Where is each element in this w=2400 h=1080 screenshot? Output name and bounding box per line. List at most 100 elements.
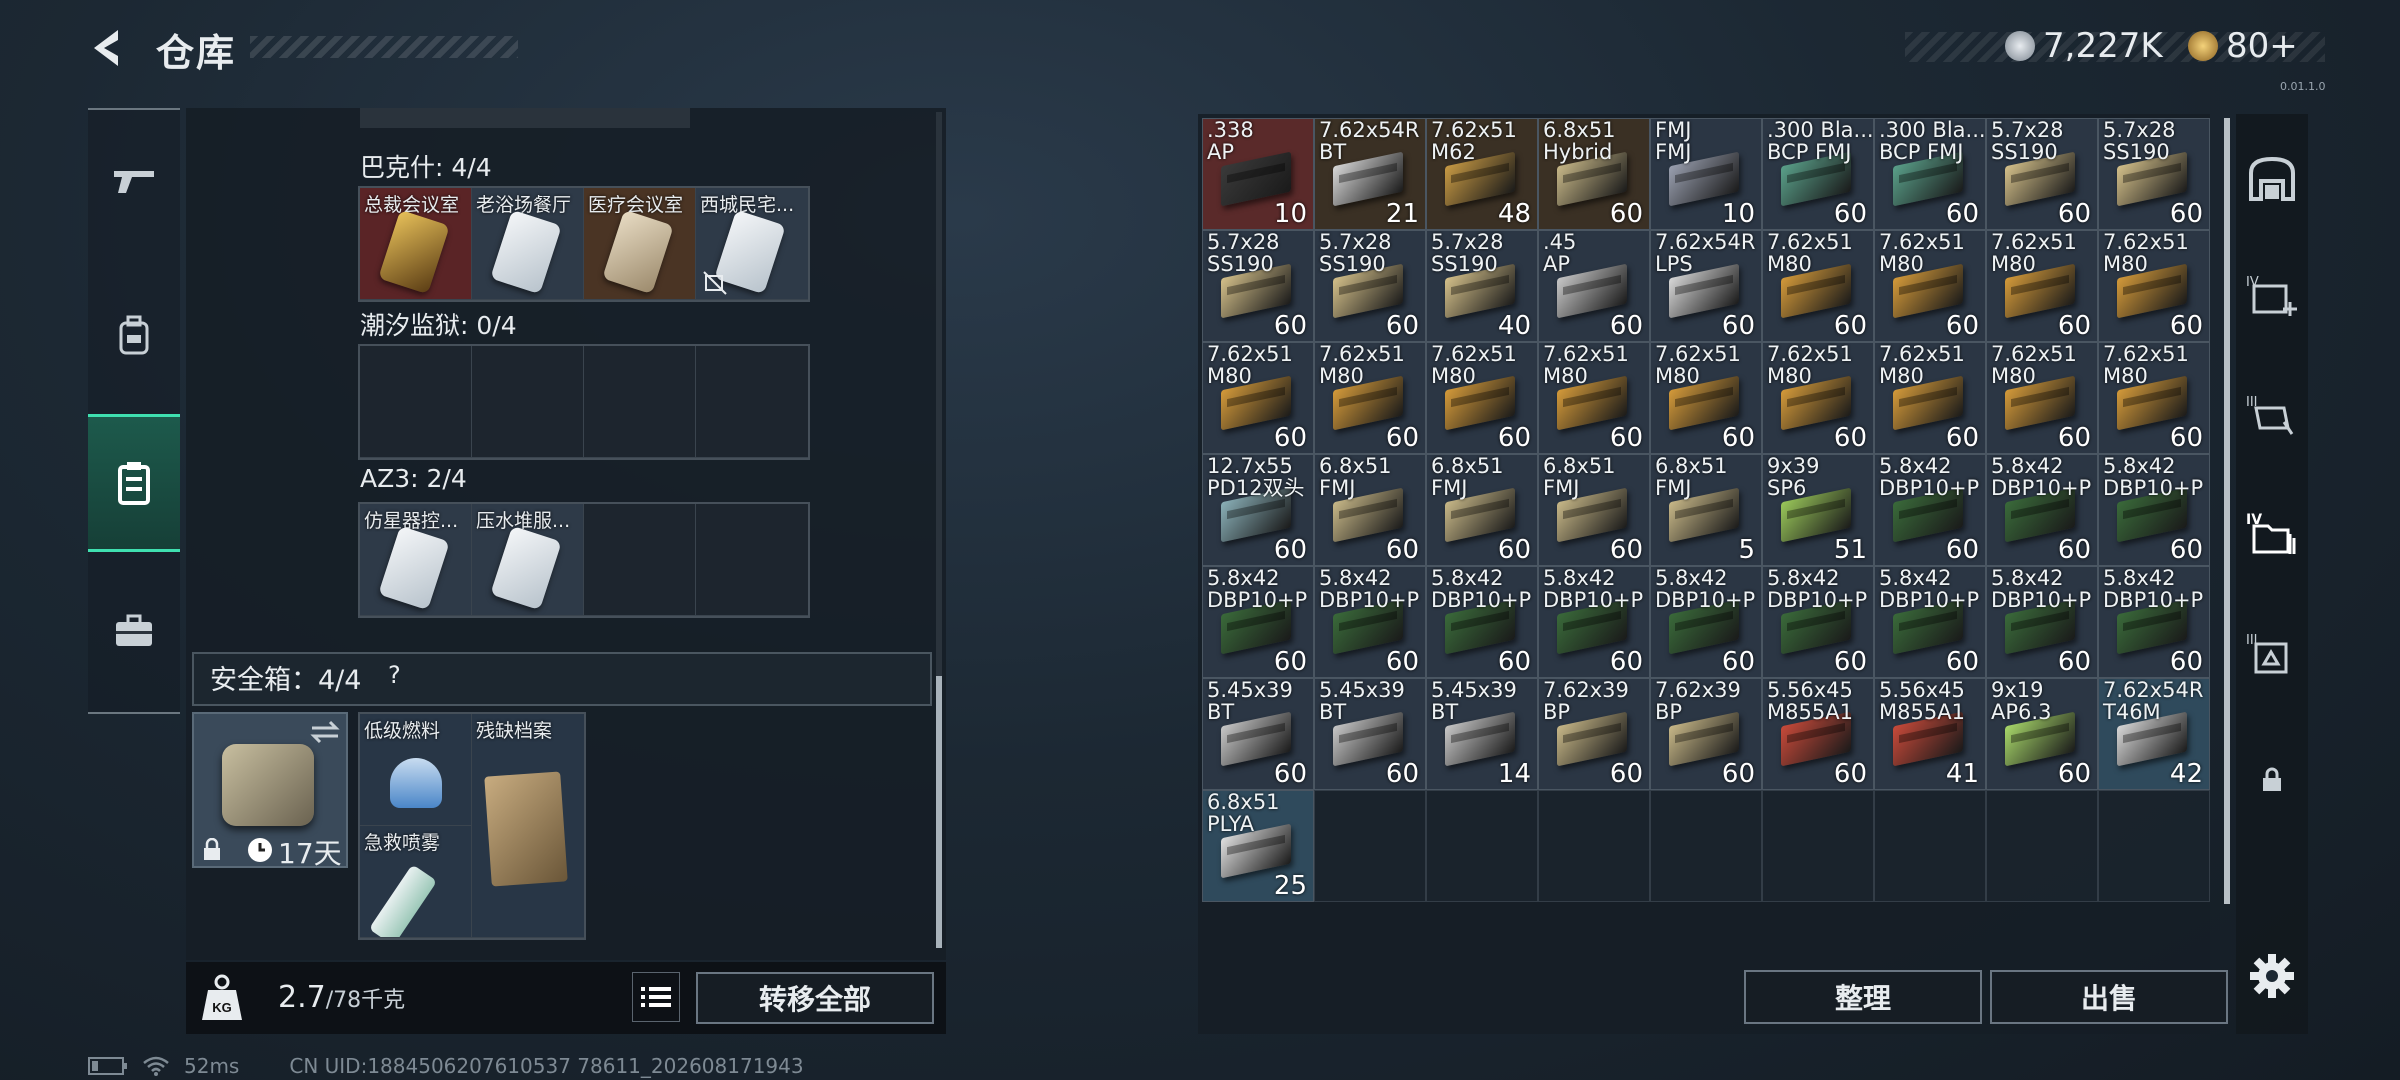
empty-slot[interactable]: [1650, 790, 1762, 902]
inventory-item[interactable]: 7.62x51 M62 48: [1426, 118, 1538, 230]
inventory-item[interactable]: 5.8x42 DBP10+P 60: [1426, 566, 1538, 678]
inventory-item[interactable]: 7.62x51 M80 60: [1426, 342, 1538, 454]
safe-item[interactable]: 低级燃料: [360, 714, 472, 826]
inventory-item[interactable]: 7.62x39 BP 60: [1650, 678, 1762, 790]
tab-storage-3-ammo[interactable]: III: [2236, 366, 2308, 466]
empty-slot[interactable]: [1538, 790, 1650, 902]
inventory-item[interactable]: 5.8x42 DBP10+P 60: [1314, 566, 1426, 678]
inventory-item[interactable]: 5.8x42 DBP10+P 60: [2098, 454, 2210, 566]
safe-box-container[interactable]: 17天: [192, 712, 348, 870]
key-item[interactable]: 仿星器控...: [360, 504, 472, 616]
nav-storage[interactable]: [88, 414, 180, 552]
inventory-item[interactable]: 5.45x39 BT 14: [1426, 678, 1538, 790]
inventory-item[interactable]: .300 Bla... BCP FMJ 60: [1874, 118, 1986, 230]
inventory-item[interactable]: 5.8x42 DBP10+P 60: [1202, 566, 1314, 678]
inventory-item[interactable]: 5.56x45 M855A1 41: [1874, 678, 1986, 790]
inventory-item[interactable]: 9x39 SP6 51: [1762, 454, 1874, 566]
empty-slot[interactable]: [584, 346, 696, 458]
inventory-item[interactable]: 5.7x28 SS190 60: [2098, 118, 2210, 230]
inventory-item[interactable]: 7.62x51 M80 60: [1202, 342, 1314, 454]
inventory-item[interactable]: 5.8x42 DBP10+P 60: [1986, 454, 2098, 566]
sell-button[interactable]: 出售: [1990, 970, 2228, 1024]
transfer-all-button[interactable]: 转移全部: [696, 972, 934, 1024]
inventory-item[interactable]: .300 Bla... BCP FMJ 60: [1762, 118, 1874, 230]
item-count: 41: [1945, 759, 1979, 789]
nav-backpack[interactable]: [88, 280, 180, 390]
inventory-item[interactable]: 5.56x45 M855A1 60: [1762, 678, 1874, 790]
inventory-item[interactable]: .45 AP 60: [1538, 230, 1650, 342]
help-icon[interactable]: ?: [388, 661, 418, 691]
inventory-item[interactable]: 7.62x51 M80 60: [1650, 342, 1762, 454]
inventory-item[interactable]: 7.62x54R LPS 60: [1650, 230, 1762, 342]
empty-slot[interactable]: [1314, 790, 1426, 902]
inventory-item[interactable]: 12.7x55 PD12双头 60: [1202, 454, 1314, 566]
inventory-item[interactable]: 5.8x42 DBP10+P 60: [1762, 566, 1874, 678]
empty-slot[interactable]: [360, 346, 472, 458]
key-item[interactable]: 西城民宅...: [696, 188, 808, 300]
inventory-item[interactable]: FMJ FMJ 10: [1650, 118, 1762, 230]
empty-slot[interactable]: [696, 504, 808, 616]
inventory-item[interactable]: 5.8x42 DBP10+P 60: [1538, 566, 1650, 678]
inventory-item[interactable]: 6.8x51 Hybrid 60: [1538, 118, 1650, 230]
empty-slot[interactable]: [1762, 790, 1874, 902]
inventory-item[interactable]: 7.62x51 M80 60: [1762, 230, 1874, 342]
scrollbar-thumb[interactable]: [936, 676, 942, 948]
tab-storage-4-medical[interactable]: IV: [2236, 246, 2308, 346]
key-item[interactable]: 压水堆服...: [472, 504, 584, 616]
inventory-item[interactable]: 7.62x39 BP 60: [1538, 678, 1650, 790]
empty-slot[interactable]: [1986, 790, 2098, 902]
empty-slot[interactable]: [584, 504, 696, 616]
inventory-item[interactable]: 6.8x51 PLYA 25: [1202, 790, 1314, 902]
inventory-item[interactable]: 7.62x54R T46M 42: [2098, 678, 2210, 790]
inventory-item[interactable]: 7.62x51 M80 60: [1314, 342, 1426, 454]
inventory-item[interactable]: 9x19 AP6.3 60: [1986, 678, 2098, 790]
sort-button[interactable]: 整理: [1744, 970, 1982, 1024]
inventory-item[interactable]: 5.7x28 SS190 60: [1202, 230, 1314, 342]
nav-toolbox[interactable]: [88, 576, 180, 686]
list-view-button[interactable]: [632, 972, 680, 1022]
safe-item[interactable]: 急救喷雾: [360, 826, 472, 938]
empty-slot[interactable]: [1426, 790, 1538, 902]
empty-slot[interactable]: [1874, 790, 1986, 902]
inventory-item[interactable]: 7.62x51 M80 60: [1986, 342, 2098, 454]
key-item[interactable]: 总裁会议室: [360, 188, 472, 300]
inventory-item[interactable]: 5.8x42 DBP10+P 60: [1986, 566, 2098, 678]
inventory-item[interactable]: 5.7x28 SS190 40: [1426, 230, 1538, 342]
tab-storage-3-tools[interactable]: III: [2236, 604, 2308, 704]
inventory-item[interactable]: 5.7x28 SS190 60: [1314, 230, 1426, 342]
inventory-item[interactable]: 6.8x51 FMJ 60: [1538, 454, 1650, 566]
inventory-item[interactable]: 7.62x51 M80 60: [2098, 342, 2210, 454]
nav-weapons[interactable]: [88, 126, 180, 236]
settings-button[interactable]: [2248, 952, 2296, 1000]
empty-slot[interactable]: [472, 346, 584, 458]
inventory-item[interactable]: 7.62x51 M80 60: [1986, 230, 2098, 342]
inventory-item[interactable]: 7.62x54R BT 21: [1314, 118, 1426, 230]
inventory-item[interactable]: 7.62x51 M80 60: [2098, 230, 2210, 342]
lock-icon: [2263, 767, 2281, 791]
safe-item[interactable]: 残缺档案: [472, 714, 584, 938]
inventory-item[interactable]: 6.8x51 FMJ 60: [1426, 454, 1538, 566]
inventory-item[interactable]: 5.45x39 BT 60: [1202, 678, 1314, 790]
inventory-item[interactable]: 6.8x51 FMJ 60: [1314, 454, 1426, 566]
back-button[interactable]: [88, 26, 132, 70]
inventory-item[interactable]: 5.7x28 SS190 60: [1986, 118, 2098, 230]
empty-slot[interactable]: [2098, 790, 2210, 902]
inventory-item[interactable]: 7.62x51 M80 60: [1762, 342, 1874, 454]
inventory-scrollbar[interactable]: [2224, 118, 2230, 904]
inventory-item[interactable]: 5.8x42 DBP10+P 60: [2098, 566, 2210, 678]
key-item[interactable]: 医疗会议室: [584, 188, 696, 300]
inventory-item[interactable]: 7.62x51 M80 60: [1538, 342, 1650, 454]
tab-all-storage[interactable]: [2236, 128, 2308, 228]
inventory-item[interactable]: 7.62x51 M80 60: [1874, 342, 1986, 454]
empty-slot[interactable]: [696, 346, 808, 458]
inventory-item[interactable]: .338 AP 10: [1202, 118, 1314, 230]
inventory-item[interactable]: 7.62x51 M80 60: [1874, 230, 1986, 342]
inventory-item[interactable]: 5.8x42 DBP10+P 60: [1874, 566, 1986, 678]
tab-locked[interactable]: [2236, 730, 2308, 830]
inventory-item[interactable]: 5.8x42 DBP10+P 60: [1650, 566, 1762, 678]
inventory-item[interactable]: 6.8x51 FMJ 5: [1650, 454, 1762, 566]
key-item[interactable]: 老浴场餐厅: [472, 188, 584, 300]
tab-storage-4-files[interactable]: IV: [2236, 484, 2308, 584]
inventory-item[interactable]: 5.8x42 DBP10+P 60: [1874, 454, 1986, 566]
inventory-item[interactable]: 5.45x39 BT 60: [1314, 678, 1426, 790]
